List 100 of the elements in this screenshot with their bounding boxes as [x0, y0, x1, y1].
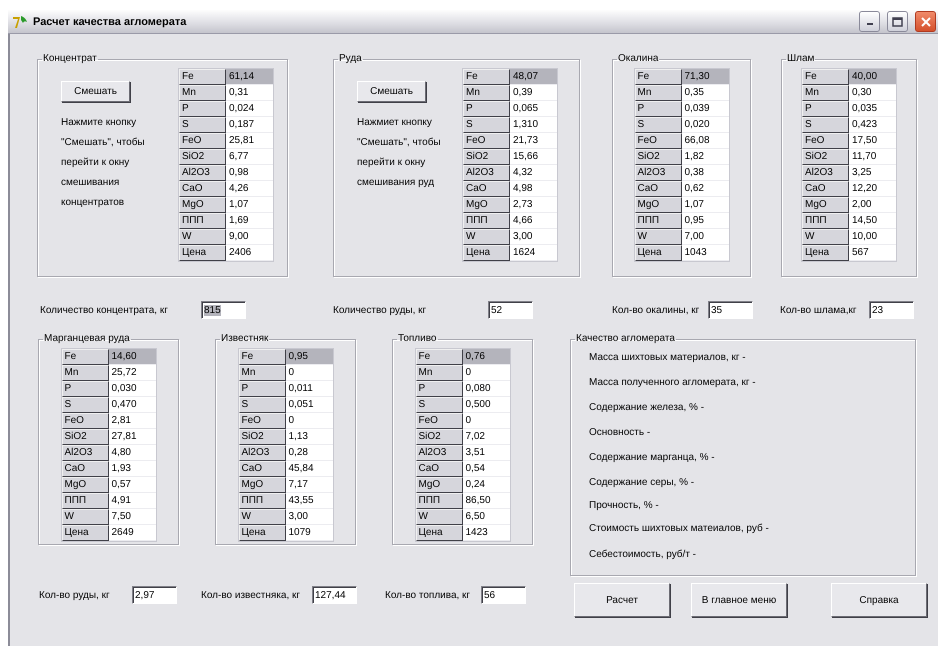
- value-cell[interactable]: 0,57: [108, 477, 156, 493]
- value-cell[interactable]: 25,72: [108, 365, 156, 381]
- action-button[interactable]: Справка: [831, 583, 927, 617]
- action-button[interactable]: В главное меню: [691, 583, 787, 617]
- row-header: W: [62, 509, 108, 525]
- value-cell[interactable]: 10,00: [849, 229, 896, 245]
- value-cell[interactable]: 1624: [510, 245, 557, 261]
- value-cell[interactable]: 1,310: [510, 117, 557, 133]
- value-cell[interactable]: 15,66: [510, 149, 557, 165]
- value-cell[interactable]: 21,73: [510, 133, 557, 149]
- value-cell[interactable]: 0,31: [226, 85, 273, 101]
- value-cell[interactable]: 4,26: [226, 181, 273, 197]
- value-cell[interactable]: 0,62: [682, 181, 728, 197]
- value-cell[interactable]: 48,07: [510, 69, 557, 85]
- value-cell[interactable]: 0,28: [286, 445, 332, 461]
- value-cell[interactable]: 71,30: [682, 69, 728, 85]
- value-cell[interactable]: 1423: [462, 525, 510, 541]
- value-cell[interactable]: 0,500: [462, 397, 510, 413]
- value-cell[interactable]: 25,81: [226, 133, 273, 149]
- value-cell[interactable]: 0,051: [286, 397, 332, 413]
- value-cell[interactable]: 0,065: [510, 101, 557, 117]
- value-cell[interactable]: 3,00: [510, 229, 557, 245]
- maximize-button[interactable]: [887, 11, 908, 32]
- value-cell[interactable]: 0,423: [849, 117, 896, 133]
- value-cell[interactable]: 12,20: [849, 181, 896, 197]
- value-cell[interactable]: 4,66: [510, 213, 557, 229]
- value-cell[interactable]: 0,187: [226, 117, 273, 133]
- value-cell[interactable]: 27,81: [108, 429, 156, 445]
- value-cell[interactable]: 45,84: [286, 461, 332, 477]
- mix-button[interactable]: Смешать: [61, 81, 130, 102]
- value-cell[interactable]: 4,91: [108, 493, 156, 509]
- value-cell[interactable]: 3,51: [462, 445, 510, 461]
- quantity-field[interactable]: 52: [488, 301, 533, 319]
- value-cell[interactable]: 0: [286, 365, 332, 381]
- value-cell[interactable]: 1,82: [682, 149, 728, 165]
- value-cell[interactable]: 0,39: [510, 85, 557, 101]
- value-cell[interactable]: 2,00: [849, 197, 896, 213]
- value-cell[interactable]: 4,32: [510, 165, 557, 181]
- value-cell[interactable]: 0,95: [682, 213, 728, 229]
- quantity-field[interactable]: 127,44: [312, 586, 357, 604]
- value-cell[interactable]: 7,00: [682, 229, 728, 245]
- value-cell[interactable]: 0,38: [682, 165, 728, 181]
- value-cell[interactable]: 0,35: [682, 85, 728, 101]
- value-cell[interactable]: 0,24: [462, 477, 510, 493]
- value-cell[interactable]: 0: [286, 413, 332, 429]
- value-cell[interactable]: 7,50: [108, 509, 156, 525]
- value-cell[interactable]: 1,13: [286, 429, 332, 445]
- value-cell[interactable]: 0,30: [849, 85, 896, 101]
- quantity-field[interactable]: 2,97: [132, 586, 177, 604]
- value-cell[interactable]: 6,50: [462, 509, 510, 525]
- value-cell[interactable]: 0,080: [462, 381, 510, 397]
- value-cell[interactable]: 9,00: [226, 229, 273, 245]
- value-cell[interactable]: 2649: [108, 525, 156, 541]
- value-cell[interactable]: 0,020: [682, 117, 728, 133]
- value-cell[interactable]: 0,98: [226, 165, 273, 181]
- quantity-field[interactable]: 35: [708, 301, 753, 319]
- value-cell[interactable]: 40,00: [849, 69, 896, 85]
- quantity-field[interactable]: 56: [481, 586, 526, 604]
- value-cell[interactable]: 0,024: [226, 101, 273, 117]
- value-cell[interactable]: 1,69: [226, 213, 273, 229]
- value-cell[interactable]: 1079: [286, 525, 332, 541]
- quantity-field[interactable]: 23: [869, 301, 914, 319]
- mix-button[interactable]: Смешать: [357, 81, 426, 102]
- value-cell[interactable]: 17,50: [849, 133, 896, 149]
- value-cell[interactable]: 2,81: [108, 413, 156, 429]
- value-cell[interactable]: 2,73: [510, 197, 557, 213]
- value-cell[interactable]: 1043: [682, 245, 728, 261]
- value-cell[interactable]: 3,25: [849, 165, 896, 181]
- value-cell[interactable]: 0,011: [286, 381, 332, 397]
- value-cell[interactable]: 1,07: [682, 197, 728, 213]
- value-cell[interactable]: 7,17: [286, 477, 332, 493]
- value-cell[interactable]: 0,035: [849, 101, 896, 117]
- value-cell[interactable]: 4,80: [108, 445, 156, 461]
- value-cell[interactable]: 7,02: [462, 429, 510, 445]
- value-cell[interactable]: 0,76: [462, 349, 510, 365]
- value-cell[interactable]: 66,08: [682, 133, 728, 149]
- value-cell[interactable]: 1,93: [108, 461, 156, 477]
- value-cell[interactable]: 6,77: [226, 149, 273, 165]
- value-cell[interactable]: 4,98: [510, 181, 557, 197]
- value-cell[interactable]: 43,55: [286, 493, 332, 509]
- value-cell[interactable]: 86,50: [462, 493, 510, 509]
- value-cell[interactable]: 3,00: [286, 509, 332, 525]
- close-button[interactable]: [915, 11, 936, 32]
- minimize-button[interactable]: [859, 11, 880, 32]
- value-cell[interactable]: 14,50: [849, 213, 896, 229]
- value-cell[interactable]: 0,030: [108, 381, 156, 397]
- action-button[interactable]: Расчет: [574, 583, 670, 617]
- value-cell[interactable]: 14,60: [108, 349, 156, 365]
- value-cell[interactable]: 61,14: [226, 69, 273, 85]
- value-cell[interactable]: 1,07: [226, 197, 273, 213]
- quantity-field[interactable]: 815: [201, 301, 246, 319]
- value-cell[interactable]: 0,54: [462, 461, 510, 477]
- value-cell[interactable]: 0: [462, 365, 510, 381]
- value-cell[interactable]: 567: [849, 245, 896, 261]
- value-cell[interactable]: 0,95: [286, 349, 332, 365]
- value-cell[interactable]: 0,039: [682, 101, 728, 117]
- value-cell[interactable]: 2406: [226, 245, 273, 261]
- value-cell[interactable]: 0: [462, 413, 510, 429]
- value-cell[interactable]: 0,470: [108, 397, 156, 413]
- value-cell[interactable]: 11,70: [849, 149, 896, 165]
